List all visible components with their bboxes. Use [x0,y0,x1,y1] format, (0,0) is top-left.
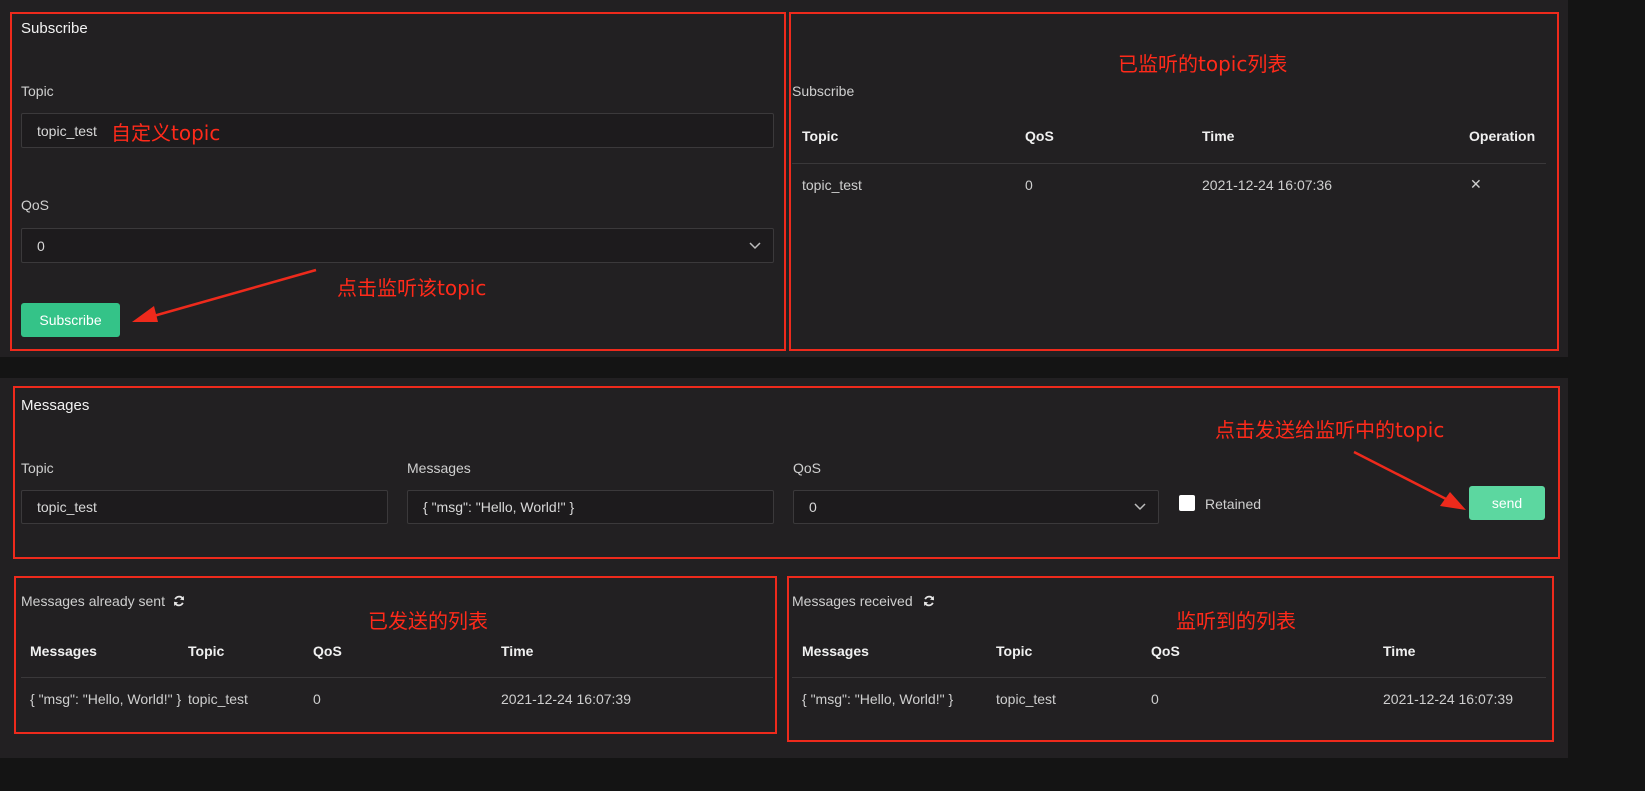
chevron-down-icon [1134,503,1146,511]
annotation-custom-topic: 自定义topic [111,121,221,145]
publish-qos-label: QoS [793,460,822,476]
publish-qos-select[interactable]: 0 [793,490,1159,524]
subscribe-qos-value: 0 [37,237,45,254]
subscriptions-section-label: Subscribe [792,83,855,99]
retained-checkbox[interactable] [1179,495,1195,511]
sent-col-qos: QoS [313,643,342,659]
annotation-click-subscribe: 点击监听该topic [337,276,487,300]
received-title: Messages received [792,593,913,609]
publish-message-value: { "msg": "Hello, World!" } [423,499,575,515]
sent-message: { "msg": "Hello, World!" } [30,691,182,707]
subscription-topic: topic_test [802,177,862,193]
retained-label: Retained [1205,496,1262,512]
received-topic: topic_test [996,691,1056,707]
sent-col-topic: Topic [188,643,225,659]
sent-time: 2021-12-24 16:07:39 [501,691,631,707]
sent-topic: topic_test [188,691,248,707]
subscribe-button[interactable]: Subscribe [21,303,120,337]
subscriptions-col-operation: Operation [1469,128,1536,144]
publish-topic-input[interactable]: topic_test [21,490,388,524]
sent-col-messages: Messages [30,643,97,659]
sent-header-divider [21,677,773,678]
received-col-time: Time [1383,643,1416,659]
annotation-subscribed-list: 已监听的topic列表 [1118,52,1288,76]
publish-message-input[interactable]: { "msg": "Hello, World!" } [407,490,774,524]
received-header-divider [792,677,1546,678]
send-button[interactable]: send [1469,486,1545,520]
subscription-time: 2021-12-24 16:07:36 [1202,177,1332,193]
annotation-sent-list: 已发送的列表 [368,609,488,633]
refresh-icon[interactable] [923,595,935,607]
received-col-qos: QoS [1151,643,1180,659]
annotation-received-list: 监听到的列表 [1176,609,1296,633]
chevron-down-icon [749,241,761,249]
received-qos: 0 [1151,691,1159,707]
red-arrow [1353,450,1466,510]
annotation-click-send: 点击发送给监听中的topic [1215,418,1445,442]
publish-topic-value: topic_test [37,499,97,515]
received-col-topic: Topic [996,643,1033,659]
subscriptions-header-divider [792,163,1546,164]
subscribe-qos-label: QoS [21,197,50,213]
received-message: { "msg": "Hello, World!" } [802,691,954,707]
received-time: 2021-12-24 16:07:39 [1383,691,1513,707]
subscriptions-col-time: Time [1202,128,1235,144]
publish-topic-label: Topic [21,460,54,476]
subscriptions-col-topic: Topic [802,128,839,144]
refresh-icon[interactable] [173,595,185,607]
close-icon[interactable]: ✕ [1470,176,1482,193]
subscription-qos: 0 [1025,177,1033,193]
sent-title: Messages already sent [21,593,165,609]
publish-messages-label: Messages [407,460,471,476]
publish-form-highlight [13,386,1560,559]
messages-title: Messages [21,397,90,414]
subscribe-qos-select[interactable]: 0 [21,228,774,263]
subscribe-title: Subscribe [21,20,88,37]
sent-col-time: Time [501,643,534,659]
subscribe-topic-label: Topic [21,83,54,99]
sent-qos: 0 [313,691,321,707]
subscribe-topic-value: topic_test [37,122,97,139]
red-arrow [132,268,317,322]
received-col-messages: Messages [802,643,869,659]
publish-qos-value: 0 [809,499,817,515]
subscriptions-col-qos: QoS [1025,128,1054,144]
